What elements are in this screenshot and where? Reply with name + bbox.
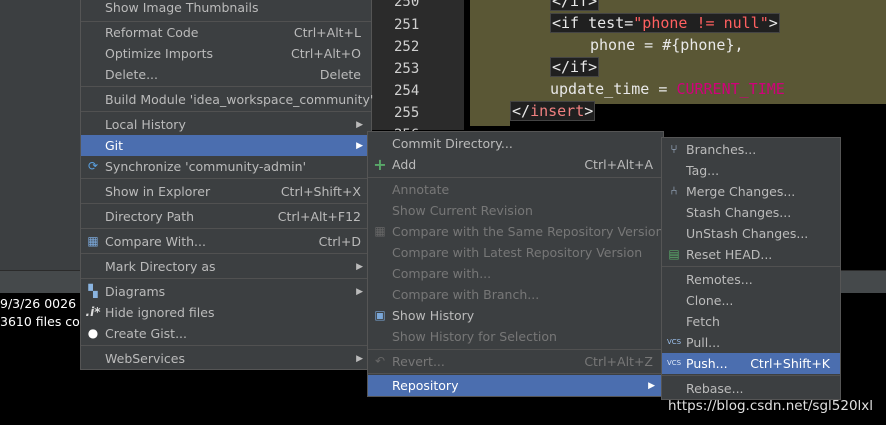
menu-item-show-history[interactable]: ▣ Show History bbox=[368, 305, 663, 326]
menu-item-compare-same-repo-version[interactable]: ▦ Compare with the Same Repository Versio… bbox=[368, 221, 663, 242]
menu-item-unstash-changes[interactable]: UnStash Changes... bbox=[662, 223, 840, 244]
menu-item-local-history[interactable]: Local History ▶ bbox=[81, 114, 371, 135]
menu-separator bbox=[81, 278, 371, 279]
code-line-250: </if> bbox=[550, 0, 600, 11]
compare-icon: ▦ bbox=[374, 224, 386, 238]
menu-separator bbox=[81, 111, 371, 112]
menu-item-delete[interactable]: Delete... Delete bbox=[81, 64, 371, 85]
menu-item-mark-directory-as[interactable]: Mark Directory as ▶ bbox=[81, 256, 371, 277]
submenu-arrow-icon: ▶ bbox=[356, 261, 363, 272]
submenu-arrow-icon: ▶ bbox=[356, 140, 363, 151]
menu-item-create-gist[interactable]: ● Create Gist... bbox=[81, 323, 371, 344]
branch-icon: ⑂ bbox=[670, 142, 678, 156]
submenu-arrow-icon: ▶ bbox=[356, 353, 363, 364]
menu-separator bbox=[81, 345, 371, 346]
vcs-push-icon: VCS bbox=[666, 358, 682, 367]
menu-item-compare-with[interactable]: Compare with... bbox=[368, 263, 663, 284]
menu-item-pull[interactable]: VCS Pull... bbox=[662, 332, 840, 353]
menu-separator bbox=[81, 228, 371, 229]
merge-icon: ⑃ bbox=[670, 184, 678, 198]
menu-separator bbox=[368, 349, 663, 350]
project-panel bbox=[0, 0, 80, 270]
line-number: 255 bbox=[394, 105, 420, 121]
menu-separator bbox=[368, 177, 663, 178]
revert-icon: ↶ bbox=[374, 354, 386, 368]
menu-item-stash-changes[interactable]: Stash Changes... bbox=[662, 202, 840, 223]
menu-separator bbox=[662, 266, 840, 267]
menu-separator bbox=[81, 253, 371, 254]
menu-item-show-current-revision[interactable]: Show Current Revision bbox=[368, 200, 663, 221]
submenu-arrow-icon: ▶ bbox=[356, 119, 363, 130]
menu-item-compare-latest-repo-version[interactable]: Compare with Latest Repository Version bbox=[368, 242, 663, 263]
menu-item-show-image-thumbnails[interactable]: Show Image Thumbnails bbox=[81, 0, 371, 18]
menu-item-push[interactable]: VCS Push... Ctrl+Shift+K bbox=[662, 353, 840, 374]
history-icon: ▣ bbox=[374, 308, 386, 322]
menu-separator bbox=[81, 86, 371, 87]
line-number: 252 bbox=[394, 39, 420, 55]
compare-icon: ▦ bbox=[87, 234, 99, 248]
repository-submenu: ⑂ Branches... Tag... ⑃ Merge Changes... St… bbox=[661, 137, 841, 400]
code-line-253: </if> bbox=[550, 57, 600, 77]
code-line-251: <if test="phone != null"> bbox=[550, 13, 780, 33]
menu-item-annotate[interactable]: Annotate bbox=[368, 179, 663, 200]
menu-separator bbox=[662, 375, 840, 376]
menu-item-synchronize[interactable]: ⟳ Synchronize 'community-admin' bbox=[81, 156, 371, 177]
diagram-icon: ▚ bbox=[88, 284, 98, 298]
menu-item-clone[interactable]: Clone... bbox=[662, 290, 840, 311]
line-number: 251 bbox=[394, 17, 420, 33]
code-line-252: phone = #{phone}, bbox=[590, 36, 744, 54]
menu-item-remotes[interactable]: Remotes... bbox=[662, 269, 840, 290]
menu-item-directory-path[interactable]: Directory Path Ctrl+Alt+F12 bbox=[81, 206, 371, 227]
menu-item-rebase[interactable]: Rebase... bbox=[662, 378, 840, 399]
ignore-icon: .i* bbox=[85, 305, 101, 319]
menu-item-build-module[interactable]: Build Module 'idea_workspace_community' bbox=[81, 89, 373, 110]
line-number: 250 bbox=[394, 0, 420, 10]
watermark: https://blog.csdn.net/sgl520lxl bbox=[668, 398, 874, 414]
menu-item-show-history-for-selection[interactable]: Show History for Selection bbox=[368, 326, 663, 347]
highlighted-block bbox=[470, 104, 510, 126]
menu-item-commit-directory[interactable]: Commit Directory... bbox=[368, 133, 663, 154]
line-number: 253 bbox=[394, 61, 420, 77]
menu-item-compare-with-branch[interactable]: Compare with Branch... bbox=[368, 284, 663, 305]
menu-item-reformat-code[interactable]: Reformat Code Ctrl+Alt+L bbox=[81, 22, 371, 43]
vcs-pull-icon: VCS bbox=[666, 337, 682, 346]
console-line: 3610 files com bbox=[0, 314, 93, 329]
submenu-arrow-icon: ▶ bbox=[648, 380, 655, 391]
reset-icon: ▤ bbox=[668, 247, 680, 261]
menu-item-branches[interactable]: ⑂ Branches... bbox=[662, 139, 840, 160]
menu-item-optimize-imports[interactable]: Optimize Imports Ctrl+Alt+O bbox=[81, 43, 371, 64]
submenu-arrow-icon: ▶ bbox=[356, 286, 363, 297]
menu-item-fetch[interactable]: Fetch bbox=[662, 311, 840, 332]
github-icon: ● bbox=[87, 326, 99, 340]
menu-item-show-in-explorer[interactable]: Show in Explorer Ctrl+Shift+X bbox=[81, 181, 371, 202]
menu-separator bbox=[81, 203, 371, 204]
menu-item-compare-with[interactable]: ▦ Compare With... Ctrl+D bbox=[81, 231, 371, 252]
menu-item-repository[interactable]: Repository ▶ bbox=[368, 375, 663, 396]
menu-item-revert[interactable]: ↶ Revert... Ctrl+Alt+Z bbox=[368, 351, 663, 372]
menu-item-diagrams[interactable]: ▚ Diagrams ▶ bbox=[81, 281, 371, 302]
menu-item-add[interactable]: + Add Ctrl+Alt+A bbox=[368, 154, 663, 175]
menu-item-merge-changes[interactable]: ⑃ Merge Changes... bbox=[662, 181, 840, 202]
plus-icon: + bbox=[373, 154, 387, 174]
code-line-255: </insert> bbox=[510, 101, 596, 121]
line-number: 254 bbox=[394, 83, 420, 99]
menu-item-git[interactable]: Git ▶ bbox=[81, 135, 371, 156]
context-menu: Show Image Thumbnails Reformat Code Ctrl+… bbox=[80, 0, 373, 370]
menu-separator bbox=[81, 178, 371, 179]
menu-item-tag[interactable]: Tag... bbox=[662, 160, 840, 181]
menu-item-reset-head[interactable]: ▤ Reset HEAD... bbox=[662, 244, 840, 265]
code-line-254: update_time = CURRENT_TIME bbox=[550, 80, 785, 98]
git-submenu: Commit Directory... + Add Ctrl+Alt+A Annot… bbox=[367, 131, 664, 397]
sync-icon: ⟳ bbox=[87, 159, 99, 173]
menu-item-hide-ignored-files[interactable]: .i* Hide ignored files bbox=[81, 302, 371, 323]
console-line: 9/3/26 0026 bbox=[0, 296, 77, 311]
menu-item-webservices[interactable]: WebServices ▶ bbox=[81, 348, 371, 369]
menu-separator bbox=[368, 373, 663, 374]
